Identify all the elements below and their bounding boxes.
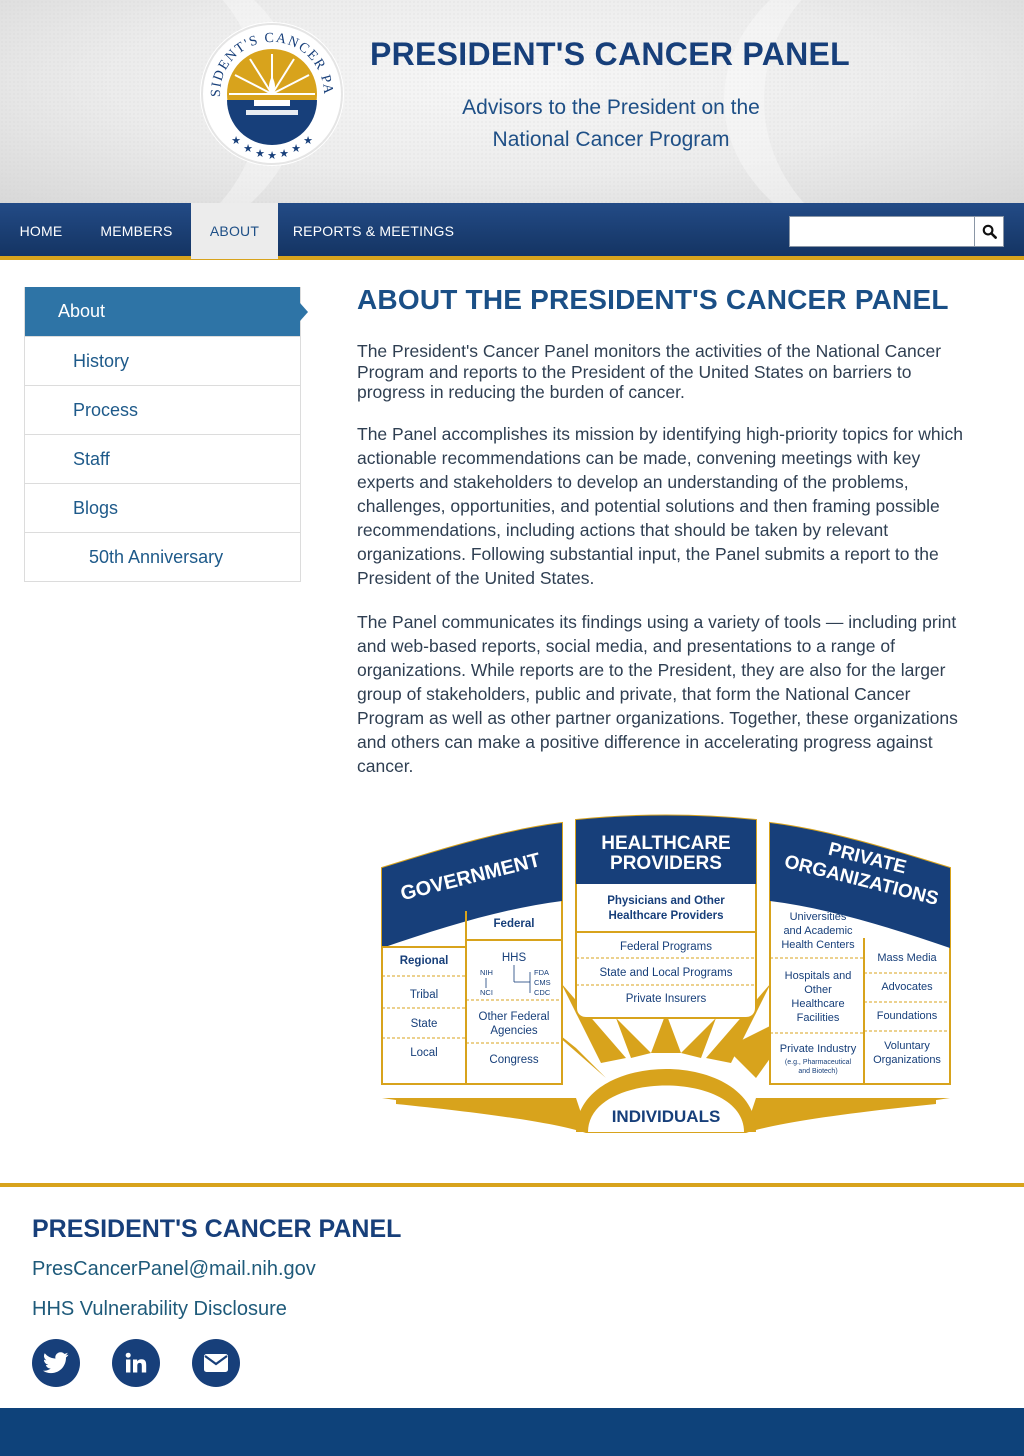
footer-bottom-bar (0, 1408, 1024, 1456)
diagram-state: State (411, 1018, 438, 1030)
diagram-industry-line1: Private Industry (780, 1043, 857, 1055)
sidebar-item-staff[interactable]: Staff (25, 434, 300, 483)
nav-home[interactable]: HOME (0, 203, 82, 259)
government-panel: GOVERNMENT Regional Tribal State Local F… (381, 821, 563, 1085)
diagram-local: Local (410, 1047, 438, 1059)
diagram-mass-media: Mass Media (877, 952, 937, 964)
footer-vulnerability-link[interactable]: HHS Vulnerability Disclosure (32, 1298, 287, 1321)
email-icon (204, 1354, 228, 1372)
svg-text:★: ★ (267, 149, 277, 162)
linkedin-icon (125, 1352, 147, 1373)
diagram-cdc: CDC (534, 988, 551, 997)
svg-text:★: ★ (231, 134, 241, 147)
diagram-advocates: Advocates (881, 981, 933, 993)
diagram-hospitals-line2: Other (804, 984, 832, 996)
healthcare-panel: HEALTHCARE PROVIDERS Physicians and Othe… (575, 814, 757, 1019)
main-nav: HOME MEMBERS ABOUT REPORTS & MEETINGS (0, 203, 1024, 260)
diagram-hospitals-line1: Hospitals and (785, 970, 852, 982)
sidebar-item-process[interactable]: Process (25, 385, 300, 434)
diagram-fda: FDA (534, 968, 549, 977)
diagram-physicians-line1: Physicians and Other (607, 895, 725, 907)
diagram-healthcare-title-line2: PROVIDERS (610, 853, 722, 874)
diagram-industry-line3: and Biotech) (798, 1068, 837, 1075)
diagram-universities-line1: Universities (790, 911, 847, 923)
mission-paragraph: The Panel accomplishes its mission by id… (357, 424, 963, 588)
diagram-private-insurers: Private Insurers (626, 993, 707, 1005)
sidebar-item-about[interactable]: About (25, 287, 308, 336)
panel-seal-logo[interactable]: PRESIDENT'S CANCER PANEL ★★★ ★★★★ (198, 20, 346, 168)
footer-divider (0, 1183, 1024, 1187)
diagram-foundations: Foundations (877, 1010, 938, 1022)
site-subtitle: Advisors to the President on the Nationa… (400, 92, 822, 156)
private-organizations-panel: PRIVATE ORGANIZATIONS Universities and A… (769, 821, 951, 1085)
site-header: PRESIDENT'S CANCER PANEL ★★★ ★★★★ PRESID… (0, 0, 1024, 203)
diagram-other-federal-line2: Agencies (490, 1025, 538, 1037)
svg-text:★: ★ (279, 147, 289, 160)
site-subtitle-line2: National Cancer Program (492, 128, 730, 151)
diagram-federal-programs: Federal Programs (620, 941, 712, 953)
diagram-hospitals-line3: Healthcare (791, 998, 844, 1010)
diagram-tribal: Tribal (410, 989, 438, 1001)
search-button[interactable] (974, 216, 1004, 247)
svg-text:★: ★ (255, 147, 265, 160)
linkedin-button[interactable] (112, 1339, 160, 1387)
national-cancer-program-diagram: INDIVIDUALS GOVERNMENT Regional Tribal S… (381, 814, 951, 1133)
sidebar-item-history[interactable]: History (25, 336, 300, 385)
diagram-other-federal-line1: Other Federal (479, 1011, 550, 1023)
site-subtitle-line1: Advisors to the President on the (462, 96, 760, 119)
diagram-federal: Federal (494, 918, 535, 930)
nav-about[interactable]: ABOUT (191, 203, 278, 259)
communication-paragraph: The Panel communicates its findings usin… (357, 612, 958, 776)
diagram-nci: NCI (480, 988, 493, 997)
sidebar-nav: About History Process Staff Blogs 50th A… (24, 287, 308, 582)
sidebar-item-50th-anniversary[interactable]: 50th Anniversary (25, 532, 300, 581)
footer-title: PRESIDENT'S CANCER PANEL (32, 1215, 402, 1243)
diagram-industry-line2: (e.g., Pharmaceutical (785, 1059, 852, 1066)
svg-text:★: ★ (243, 142, 253, 155)
footer-email-link[interactable]: PresCancerPanel@mail.nih.gov (32, 1258, 316, 1281)
diagram-congress: Congress (489, 1054, 538, 1066)
diagram-healthcare-title-line1: HEALTHCARE (601, 833, 730, 854)
page-title: ABOUT THE PRESIDENT'S CANCER PANEL (357, 284, 949, 315)
diagram-universities-line2: and Academic (783, 925, 853, 937)
diagram-nih: NIH (480, 968, 493, 977)
twitter-icon (43, 1352, 69, 1374)
twitter-button[interactable] (32, 1339, 80, 1387)
intro-paragraph: The President's Cancer Panel monitors th… (357, 341, 942, 402)
diagram-voluntary-line1: Voluntary (884, 1040, 930, 1052)
diagram-voluntary-line2: Organizations (873, 1054, 941, 1066)
diagram-hhs: HHS (502, 952, 527, 964)
diagram-state-local-programs: State and Local Programs (600, 967, 733, 979)
search-icon (982, 224, 997, 239)
email-button[interactable] (192, 1339, 240, 1387)
search-input[interactable] (789, 216, 975, 247)
svg-text:★: ★ (303, 134, 313, 147)
diagram-hospitals-line4: Facilities (797, 1012, 840, 1024)
diagram-cms: CMS (534, 978, 551, 987)
diagram-individuals-label: INDIVIDUALS (612, 1107, 721, 1126)
diagram-regional: Regional (400, 955, 449, 967)
svg-text:★: ★ (291, 142, 301, 155)
nav-reports-meetings[interactable]: REPORTS & MEETINGS (278, 203, 469, 259)
diagram-universities-line3: Health Centers (781, 939, 855, 951)
site-title[interactable]: PRESIDENT'S CANCER PANEL (360, 36, 860, 73)
sidebar-item-blogs[interactable]: Blogs (25, 483, 300, 532)
diagram-physicians-line2: Healthcare Providers (608, 910, 723, 922)
nav-members[interactable]: MEMBERS (82, 203, 191, 259)
